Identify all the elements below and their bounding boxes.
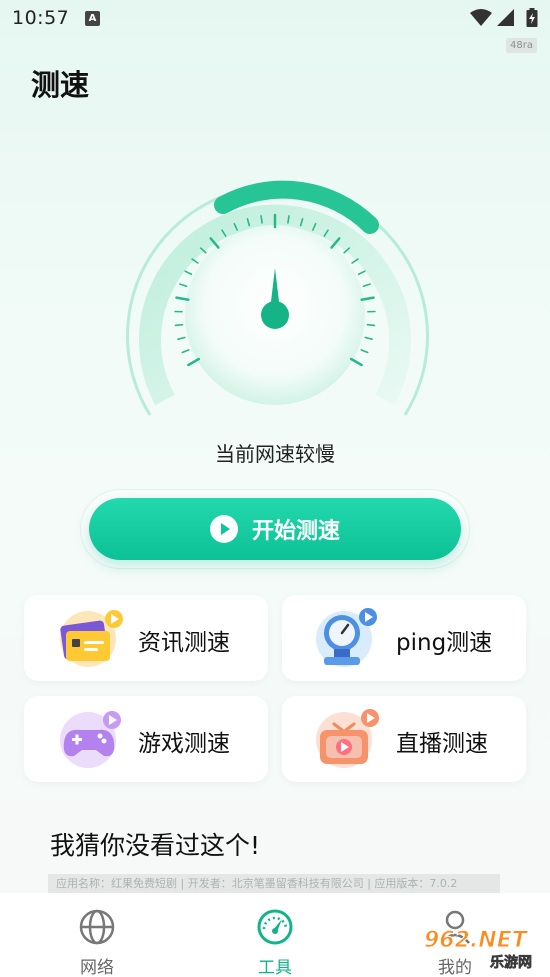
game-speed-card[interactable]: 游戏测速 — [24, 696, 268, 782]
ping-speed-card[interactable]: ping测速 — [282, 595, 526, 681]
gamepad-icon — [60, 711, 121, 768]
gauge-tick — [187, 357, 201, 367]
watermark-text: 962.NET — [424, 928, 529, 953]
notification-a-icon: A — [85, 11, 100, 26]
gauge-tick — [174, 323, 184, 327]
gauge-tick — [362, 283, 371, 288]
gauge-tick — [357, 270, 366, 276]
gauge-tick — [177, 336, 186, 340]
gauge-tick — [364, 336, 373, 340]
news-speed-card[interactable]: 资讯测速 — [24, 595, 268, 681]
status-time: 10:57 — [12, 7, 70, 29]
tv-play-icon — [316, 709, 379, 768]
promo-title: 我猜你没看过这个! — [50, 831, 261, 860]
news-speed-label: 资讯测速 — [138, 630, 230, 656]
gauge-tick — [181, 349, 190, 354]
page-title: 测速 — [31, 68, 90, 102]
speedometer-icon — [257, 909, 293, 945]
gauge-tick — [184, 270, 193, 276]
speed-status-text: 当前网速较慢 — [215, 442, 335, 466]
start-test-button[interactable]: 开始测速 — [89, 498, 461, 560]
live-speed-label: 直播测速 — [396, 731, 488, 757]
battery-icon — [526, 8, 538, 27]
globe-icon — [79, 909, 115, 945]
speed-gauge — [126, 180, 429, 416]
live-speed-card[interactable]: 直播测速 — [282, 696, 526, 782]
news-card-icon — [60, 610, 123, 667]
gauge-tick — [366, 323, 376, 327]
game-speed-label: 游戏测速 — [138, 731, 230, 757]
gauge-tick — [349, 357, 363, 367]
gauge-tick — [287, 215, 290, 224]
nav-item-network[interactable]: 网络 — [37, 893, 157, 977]
watermark-subtext: 乐游网 — [490, 954, 532, 971]
ad-info-strip[interactable]: 应用名称：红果免费短剧 | 开发者：北京笔墨留香科技有限公司 | 应用版本：7.… — [48, 874, 500, 894]
status-bar: 10:57 A 48ra — [0, 0, 550, 53]
site-watermark: 962.NET 乐游网 — [424, 928, 533, 972]
nav-item-tools[interactable]: 工具 — [215, 893, 335, 977]
play-icon — [209, 515, 238, 543]
gauge-tick — [360, 349, 369, 354]
nav-label-tools: 工具 — [258, 958, 292, 977]
start-test-label: 开始测速 — [251, 519, 340, 544]
signal-icon — [497, 9, 514, 26]
nav-label-network: 网络 — [80, 958, 114, 977]
gauge-tick — [260, 215, 263, 224]
status-badge: 48ra — [506, 38, 537, 53]
gauge-tick — [360, 296, 375, 301]
gauge-tick — [179, 283, 188, 288]
ping-speed-label: ping测速 — [396, 630, 493, 656]
scale-icon — [316, 608, 377, 667]
gauge-tick — [175, 296, 190, 301]
wifi-icon — [470, 9, 492, 26]
